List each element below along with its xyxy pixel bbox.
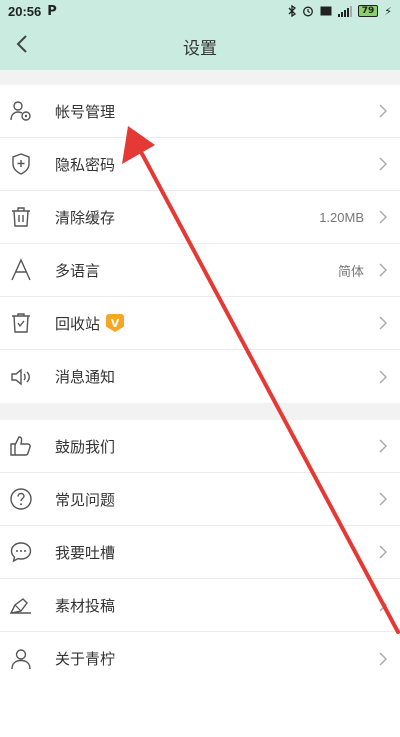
chevron-left-icon — [16, 34, 28, 58]
settings-row-clear-cache[interactable]: 清除缓存 1.20MB — [0, 191, 400, 244]
settings-row-privacy[interactable]: 隐私密码 — [0, 138, 400, 191]
privacy-shield-icon — [9, 152, 33, 176]
battery-indicator: 79 — [357, 5, 379, 17]
settings-row-label: 常见问题 — [55, 490, 116, 509]
question-icon — [9, 487, 33, 511]
chevron-right-icon — [376, 492, 390, 506]
settings-row-about[interactable]: 关于青柠 — [0, 632, 400, 685]
settings-row-encourage[interactable]: 鼓励我们 — [0, 420, 400, 473]
settings-row-label: 帐号管理 — [55, 102, 116, 121]
sim-icon — [320, 6, 332, 16]
settings-row-feedback[interactable]: 我要吐槽 — [0, 526, 400, 579]
settings-row-recycle-bin[interactable]: 回收站 V — [0, 297, 400, 350]
chevron-right-icon — [376, 545, 390, 559]
status-bar: 20:56 P 79 ⚡ — [0, 0, 400, 22]
speaker-icon — [9, 365, 33, 389]
chevron-right-icon — [376, 651, 390, 666]
settings-row-notifications[interactable]: 消息通知 — [0, 350, 400, 403]
title-bar: 设置 — [0, 22, 400, 70]
chevron-right-icon — [376, 598, 390, 612]
bluetooth-icon — [288, 5, 296, 17]
language-icon — [9, 258, 33, 282]
settings-group-1: 帐号管理 隐私密码 清除缓存 1.20MB 多语言 简体 回收站 V 消息通知 — [0, 85, 400, 403]
page-title: 设置 — [183, 38, 217, 59]
chevron-right-icon — [376, 263, 390, 277]
chevron-right-icon — [376, 369, 390, 384]
chevron-right-icon — [376, 210, 390, 224]
chevron-right-icon — [376, 439, 390, 453]
settings-group-2: 鼓励我们 常见问题 我要吐槽 素材投稿 关于青柠 — [0, 420, 400, 685]
alarm-icon — [302, 5, 314, 17]
chevron-right-icon — [376, 157, 390, 171]
status-app-letter: P — [47, 3, 57, 19]
settings-row-label: 鼓励我们 — [55, 437, 116, 456]
recycle-bin-icon — [9, 311, 33, 335]
chevron-right-icon — [376, 316, 390, 330]
status-time: 20:56 — [8, 3, 42, 19]
settings-row-submit-material[interactable]: 素材投稿 — [0, 579, 400, 632]
settings-row-label: 我要吐槽 — [55, 543, 116, 562]
status-icons: 79 ⚡ — [288, 5, 392, 18]
settings-row-label: 消息通知 — [55, 368, 116, 386]
signal-icon — [337, 5, 352, 17]
account-manage-icon — [9, 99, 33, 123]
settings-row-label: 关于青柠 — [55, 650, 116, 668]
charging-icon: ⚡ — [384, 4, 392, 18]
person-icon — [9, 647, 33, 671]
vip-badge: V — [106, 314, 125, 332]
back-button[interactable] — [6, 30, 38, 62]
settings-row-label: 清除缓存 — [55, 208, 116, 227]
cache-size-value: 1.20MB — [319, 209, 364, 225]
settings-row-label: 素材投稿 — [55, 596, 116, 615]
settings-row-label: 隐私密码 — [55, 155, 116, 174]
settings-row-label: 多语言 — [55, 261, 101, 280]
chat-bubble-icon — [9, 540, 33, 564]
language-value: 简体 — [337, 263, 364, 279]
settings-row-language[interactable]: 多语言 简体 — [0, 244, 400, 297]
settings-row-account[interactable]: 帐号管理 — [0, 85, 400, 138]
settings-row-label: 回收站 — [55, 314, 101, 333]
thumbs-up-icon — [9, 434, 33, 458]
settings-row-faq[interactable]: 常见问题 — [0, 473, 400, 526]
trash-icon — [9, 205, 33, 229]
edit-icon — [9, 593, 33, 617]
chevron-right-icon — [376, 104, 390, 118]
